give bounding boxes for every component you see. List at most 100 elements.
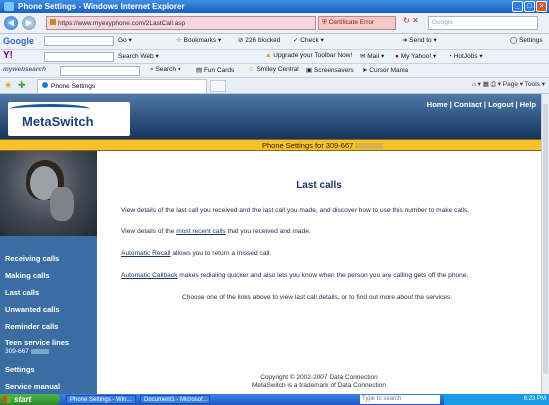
sidebar-item-service-manual[interactable]: Service manual: [0, 378, 97, 395]
sidebar-item-last-calls[interactable]: Last calls: [0, 284, 97, 301]
copyright-text: Copyright © 2002-2007 Data Connection: [260, 374, 378, 381]
certificate-error-label: Certificate Error: [328, 19, 375, 26]
maximize-button[interactable]: □: [524, 1, 535, 12]
sidebar-item-reminder-calls[interactable]: Reminder calls: [0, 318, 97, 335]
cursor-mania-button[interactable]: ➤ Cursor Mania: [362, 66, 408, 74]
settings-button[interactable]: ◯ Settings: [510, 36, 543, 44]
tab-phone-settings[interactable]: Phone Settings: [37, 79, 207, 93]
p3-after: allows you to return a missed call.: [170, 250, 272, 257]
yahoo-search-input[interactable]: [44, 52, 114, 62]
popup-blocked-button[interactable]: ⊘ 226 blocked: [238, 36, 280, 44]
hotjobs-button[interactable]: ◔ HotJobs ▾: [448, 52, 483, 60]
trademark-text: MetaSwitch is a trademark of Data Connec…: [251, 382, 387, 389]
banner-text: Phone Settings for 309-667: [262, 141, 384, 150]
yahoo-toolbar: Y! Search Web ▾ ▲ Upgrade your Toolbar N…: [0, 50, 549, 64]
p4-after: makes redialing quicker and also lets yo…: [177, 272, 469, 279]
redacted-number: [355, 143, 384, 150]
home-icon[interactable]: ⌂ ▾: [472, 81, 483, 88]
search-input[interactable]: Google: [428, 16, 538, 30]
settings-icon: ◯: [510, 37, 520, 44]
fun-cards-button[interactable]: ▤ Fun Cards: [196, 66, 234, 74]
forward-button[interactable]: ▶: [22, 16, 36, 30]
tools-menu[interactable]: Tools ▾: [525, 81, 545, 88]
intro-paragraph: View details of the last call you receiv…: [121, 207, 470, 214]
send-to-label: Send to: [409, 37, 432, 44]
mywebsearch-toolbar: mywebsearch ⌕ Search ▾ ▤ Fun Cards ☺ Smi…: [0, 64, 549, 78]
sidebar-item-teen-service-lines[interactable]: Teen service lines 309-667: [0, 335, 97, 361]
page-menu-label: Page: [502, 81, 518, 88]
address-input[interactable]: https://www.myexyphone.com/2LastCall.asp: [46, 16, 316, 30]
mail-button[interactable]: ✉ Mail ▾: [360, 52, 384, 60]
sidebar-item-receiving-calls[interactable]: Receiving calls: [0, 250, 97, 267]
teen-service-label: Teen service lines: [5, 338, 70, 347]
page-footer: Copyright © 2002-2007 Data Connection Me…: [97, 374, 541, 390]
taskbar-search-input[interactable]: Type to search: [360, 395, 440, 404]
minimize-button[interactable]: _: [512, 1, 523, 12]
back-button[interactable]: ◀: [4, 16, 18, 30]
upgrade-label: Upgrade your Toolbar Now!: [273, 52, 353, 59]
site-header: MetaSwitch Home | Contact | Logout | Hel…: [0, 94, 541, 139]
sidebar-menu: Receiving calls Making calls Last calls …: [0, 250, 97, 395]
star-icon: ☆: [176, 37, 184, 44]
fun-cards-label: Fun Cards: [203, 67, 235, 74]
automatic-callback-paragraph: Automatic Callback makes redialing quick…: [121, 271, 531, 280]
certificate-error-button[interactable]: ⛨ Certificate Error: [318, 16, 396, 30]
shield-icon: ⛨: [322, 19, 329, 26]
new-tab-button[interactable]: [210, 80, 226, 92]
google-toolbar: Google Go ▾ ☆ Bookmarks ▾ ⊘ 226 blocked …: [0, 34, 549, 50]
send-to-button[interactable]: ➜ Send to ▾: [402, 36, 437, 44]
windows-taskbar: start Phone Settings - Win... Document1 …: [0, 394, 549, 405]
sidebar-item-settings[interactable]: Settings: [0, 361, 97, 378]
mywebsearch-input[interactable]: [60, 66, 140, 76]
favorites-star-icon[interactable]: ★: [4, 80, 12, 91]
windows-logo-icon: [3, 396, 11, 403]
window-titlebar: Phone Settings - Windows Internet Explor…: [0, 0, 549, 13]
automatic-callback-link[interactable]: Automatic Callback: [121, 272, 177, 279]
bookmarks-button[interactable]: ☆ Bookmarks ▾: [176, 36, 221, 44]
scrollbar-thumb[interactable]: [543, 104, 548, 374]
print-icon[interactable]: ⎙ ▾: [491, 81, 503, 88]
start-label: start: [14, 395, 32, 404]
header-links[interactable]: Home | Contact | Logout | Help: [427, 100, 536, 109]
main-content: Last calls View details of the last call…: [97, 151, 541, 394]
bookmarks-label: Bookmarks: [183, 37, 217, 44]
automatic-recall-link[interactable]: Automatic Recall: [121, 250, 170, 257]
p2-after: that you received and made.: [225, 228, 311, 235]
sidebar: Receiving calls Making calls Last calls …: [0, 151, 97, 394]
logo-swoosh-icon: [10, 104, 90, 114]
sidebar-item-unwanted-calls[interactable]: Unwanted calls: [0, 301, 97, 318]
photo-arm: [50, 187, 74, 221]
phone-settings-banner: Phone Settings for 309-667: [0, 139, 541, 151]
p2-before: View details of the: [121, 228, 177, 235]
smiley-central-label: Smiley Central: [256, 66, 299, 73]
search-label: Search: [155, 66, 177, 73]
page-icon: [50, 19, 56, 25]
google-go-button[interactable]: Go ▾: [118, 36, 132, 44]
page-viewport: MetaSwitch Home | Contact | Logout | Hel…: [0, 94, 541, 394]
stop-button[interactable]: ↻ ✕: [398, 16, 424, 30]
taskbar-item-ie[interactable]: Phone Settings - Win...: [66, 395, 136, 404]
start-button[interactable]: start: [0, 394, 60, 405]
most-recent-calls-link[interactable]: most recent calls: [176, 228, 225, 235]
page-title: Last calls: [296, 180, 342, 191]
close-button[interactable]: ×: [536, 1, 547, 12]
page-menu[interactable]: Page ▾: [503, 81, 525, 88]
smiley-central-button[interactable]: ☺ Smiley Central: [248, 66, 299, 73]
add-favorites-icon[interactable]: ✚: [18, 80, 26, 91]
check-button[interactable]: ✓ Check ▾: [293, 36, 324, 44]
go-label: Go: [118, 37, 127, 44]
screensavers-button[interactable]: ▣ Screensavers: [306, 66, 354, 74]
choose-link-paragraph: Choose one of the links above to view la…: [181, 294, 453, 301]
my-yahoo-button[interactable]: ● My Yahoo! ▾: [395, 52, 436, 60]
sidebar-item-making-calls[interactable]: Making calls: [0, 267, 97, 284]
taskbar-item-word[interactable]: Document1 - Microsof...: [140, 395, 210, 404]
mywebsearch-logo: mywebsearch: [3, 66, 46, 73]
upgrade-toolbar-link[interactable]: ▲ Upgrade your Toolbar Now!: [265, 52, 352, 59]
vertical-scrollbar[interactable]: [541, 94, 549, 394]
feeds-icon[interactable]: ▦: [483, 81, 491, 88]
search-web-button[interactable]: Search Web ▾: [118, 52, 159, 60]
clock: 6:23 PM: [523, 396, 546, 402]
google-search-input[interactable]: [44, 36, 114, 46]
window-controls: _ □ ×: [512, 1, 547, 12]
mywebsearch-search-button[interactable]: ⌕ Search ▾: [150, 66, 181, 74]
